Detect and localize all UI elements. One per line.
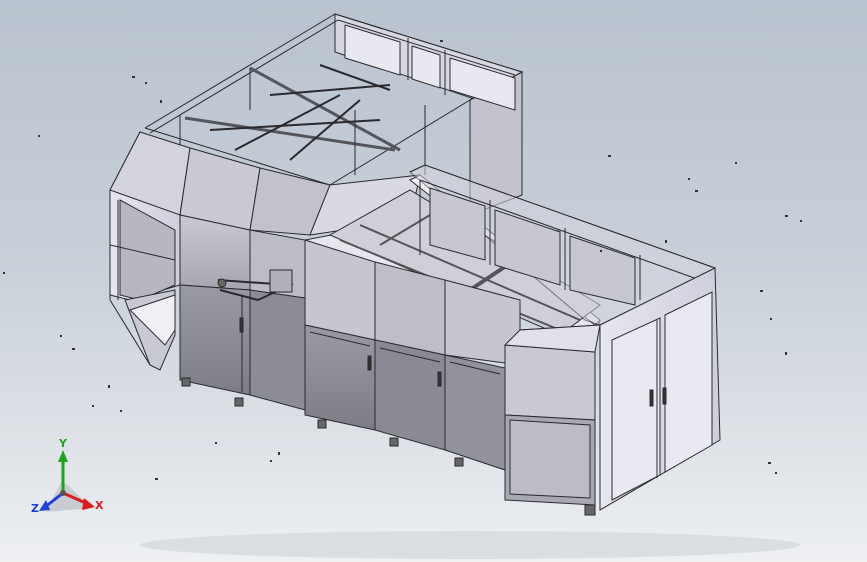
triad-z-label: Z	[31, 502, 39, 515]
triad-origin	[60, 490, 66, 496]
floor-shadow	[140, 531, 800, 559]
triad-x-label: X	[95, 499, 104, 512]
triad-y-label: Y	[58, 437, 68, 450]
machine-enclosure-model[interactable]: Y X Z	[0, 0, 867, 562]
triad-x-arrowhead	[82, 498, 95, 510]
left-block-front[interactable]	[179, 214, 306, 411]
open-access-door[interactable]	[503, 324, 601, 506]
cad-graphics-viewport[interactable]: Y X Z	[0, 0, 867, 562]
triad-y-arrowhead	[58, 450, 68, 462]
orientation-triad[interactable]: Y X Z	[31, 437, 104, 515]
